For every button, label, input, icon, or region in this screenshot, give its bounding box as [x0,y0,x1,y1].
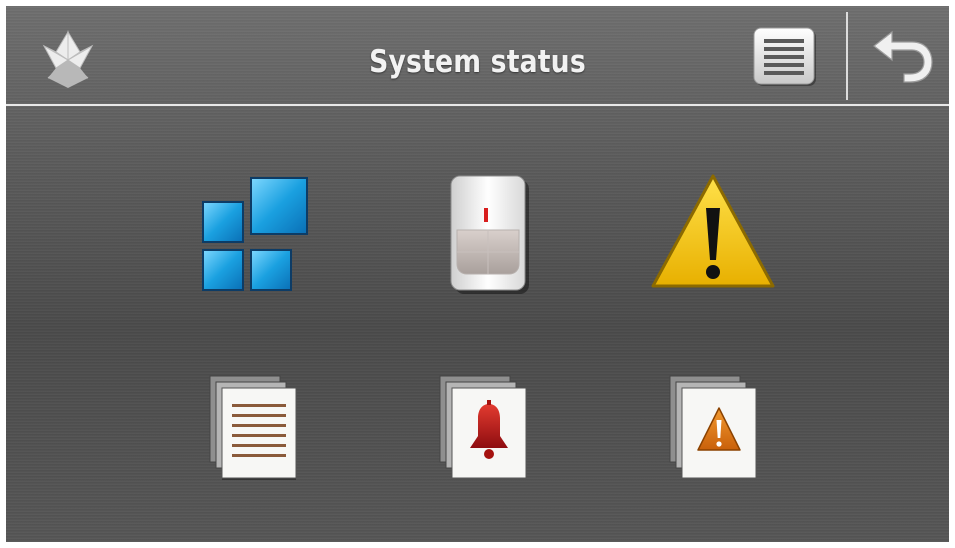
trouble-log-icon [669,375,757,479]
back-arrow-icon [873,30,933,83]
partitions-button[interactable] [189,166,329,296]
trouble-log-button[interactable] [656,362,796,492]
event-log-icon [209,375,297,480]
event-log-button[interactable] [196,362,336,492]
header-bar: System status [6,6,949,104]
menu-button[interactable] [752,26,818,88]
zones-button[interactable] [419,166,559,296]
partitions-grid-icon [202,177,308,291]
alarm-log-button[interactable] [426,362,566,492]
menu-list-icon [753,27,816,86]
troubles-button[interactable] [643,166,783,296]
header-divider [846,12,848,100]
motion-detector-icon [450,175,529,294]
warning-triangle-icon [651,174,775,288]
keypad-screen: System status [6,6,949,542]
back-button[interactable] [868,26,936,88]
alarm-bell-log-icon [439,375,527,479]
header-separator [6,104,949,106]
